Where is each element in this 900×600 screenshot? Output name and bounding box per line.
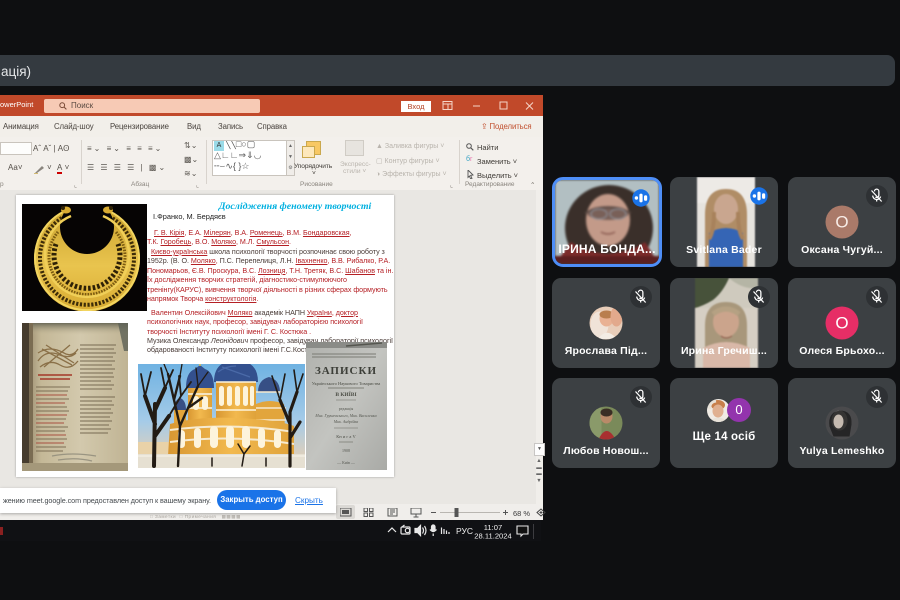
svg-text:28.11.2024: 28.11.2024 bbox=[474, 532, 511, 540]
svg-text:68 %: 68 % bbox=[513, 509, 530, 518]
svg-text:РУС: РУС bbox=[456, 526, 473, 536]
svg-text:редакція: редакція bbox=[339, 406, 354, 411]
svg-text:В КИЇВІ: В КИЇВІ bbox=[335, 391, 356, 398]
svg-text:Мик. Андрійка: Мик. Андрійка bbox=[333, 419, 359, 424]
svg-text:Українського Наукового Товарис: Українського Наукового Товариства bbox=[312, 381, 381, 386]
svg-text:ЗАПИСКИ: ЗАПИСКИ bbox=[315, 365, 377, 377]
svg-text:Кн и г а V: Кн и г а V bbox=[336, 434, 356, 439]
svg-text:1908: 1908 bbox=[342, 448, 350, 453]
svg-text:— Київ —: — Київ — bbox=[336, 460, 356, 465]
